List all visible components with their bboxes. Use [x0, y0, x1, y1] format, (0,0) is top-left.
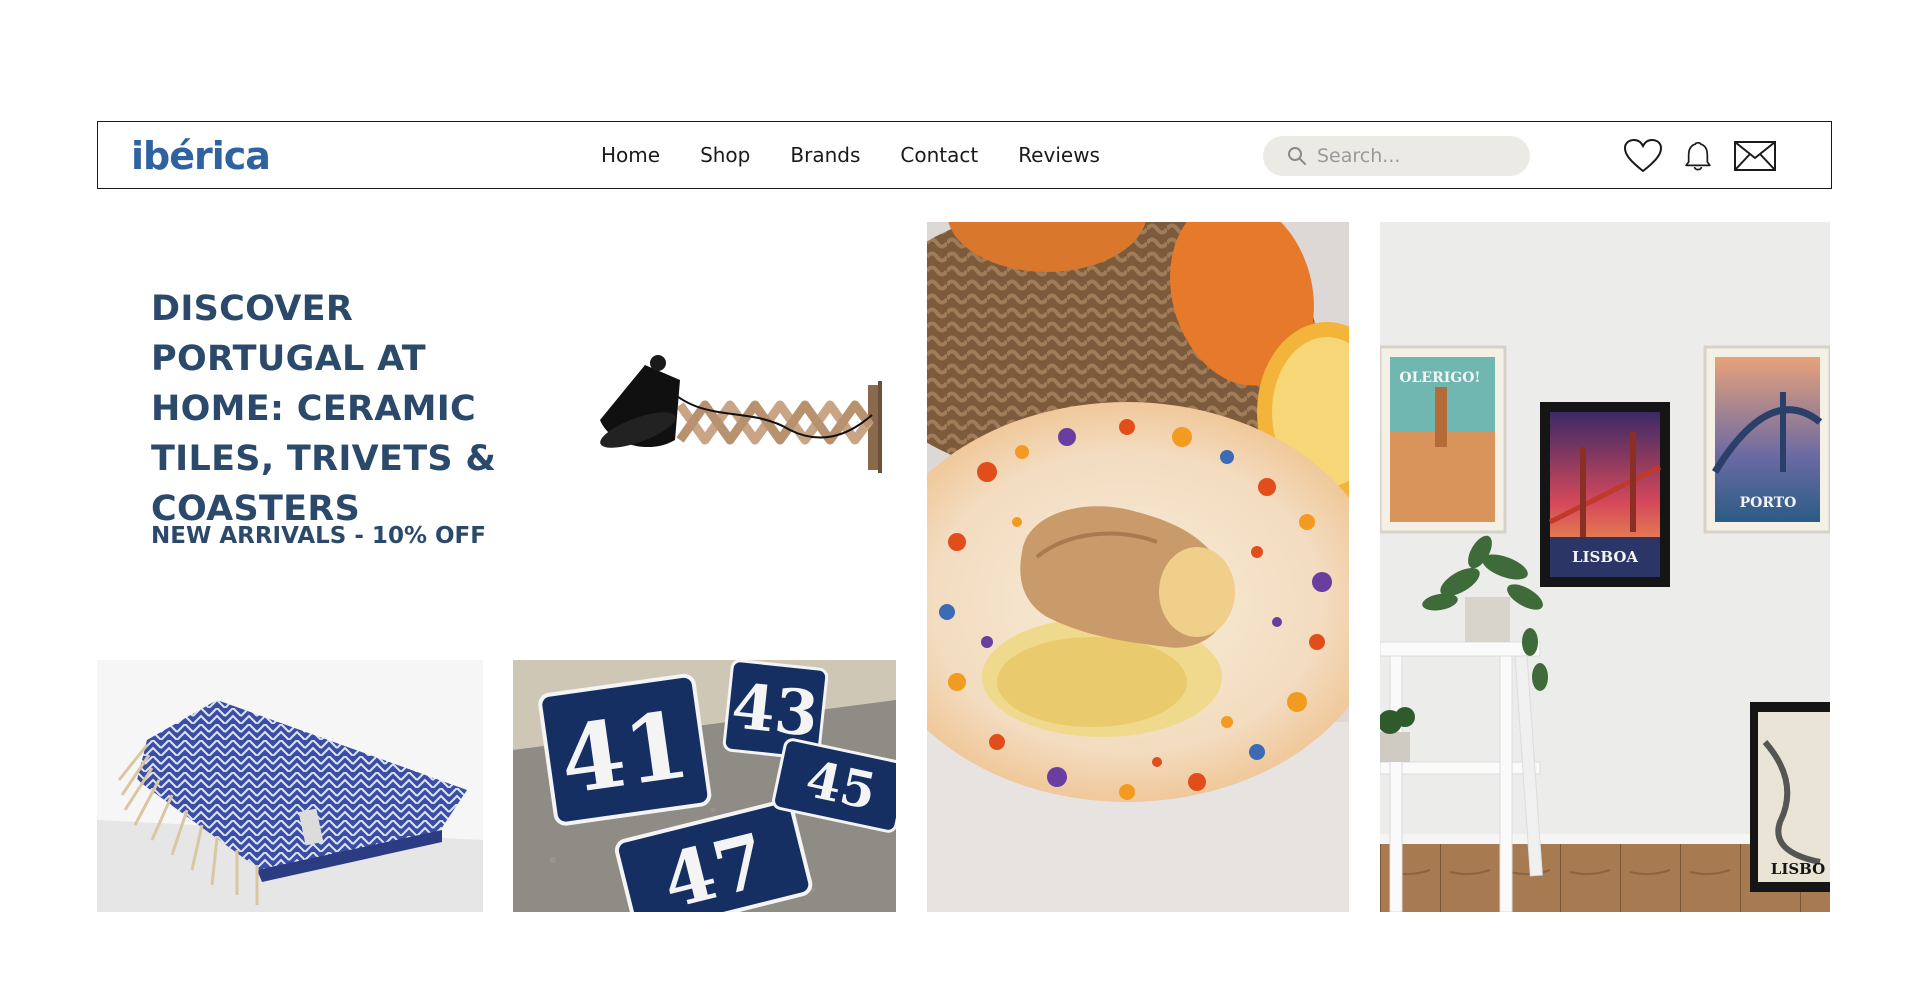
poster-label-lisbo: LISBO: [1771, 860, 1825, 878]
posters-wall-image[interactable]: OLERIGO! LISBOA PORTO LISBO: [1380, 222, 1830, 912]
main-nav: Home Shop Brands Contact Reviews: [601, 122, 1100, 188]
wall-lamp-image: [600, 355, 882, 473]
search-icon: [1288, 147, 1306, 165]
bell-icon[interactable]: [1681, 138, 1715, 174]
site-header: ibérica Home Shop Brands Contact Reviews: [97, 121, 1832, 189]
brand-logo[interactable]: ibérica: [131, 134, 271, 178]
nav-home[interactable]: Home: [601, 143, 660, 167]
hero-subtitle[interactable]: NEW ARRIVALS - 10% OFF: [151, 523, 486, 549]
hero-title: DISCOVER PORTUGAL AT HOME: CERAMIC TILES…: [151, 289, 497, 529]
nav-reviews[interactable]: Reviews: [1018, 143, 1100, 167]
nav-brands[interactable]: Brands: [790, 143, 860, 167]
mail-icon[interactable]: [1733, 138, 1777, 174]
poster-label-lisboa: LISBOA: [1572, 548, 1638, 566]
house-number-plaques-image[interactable]: 41 43 47 45: [513, 660, 896, 912]
poster-label-porto: PORTO: [1740, 495, 1797, 511]
poster-label-olerigo: OLERIGO!: [1399, 370, 1480, 386]
header-actions: [1623, 138, 1777, 174]
search-box[interactable]: [1263, 136, 1530, 176]
ceramic-plate-image[interactable]: [927, 222, 1349, 912]
blanket-product-image[interactable]: [97, 660, 483, 912]
search-input[interactable]: [1315, 144, 1519, 168]
logo-text: ibérica: [131, 134, 271, 178]
heart-icon[interactable]: [1623, 138, 1663, 174]
plaque-number-41: 41: [554, 690, 696, 815]
plaque-number-43: 43: [728, 669, 821, 751]
nav-shop[interactable]: Shop: [700, 143, 750, 167]
nav-contact[interactable]: Contact: [900, 143, 978, 167]
